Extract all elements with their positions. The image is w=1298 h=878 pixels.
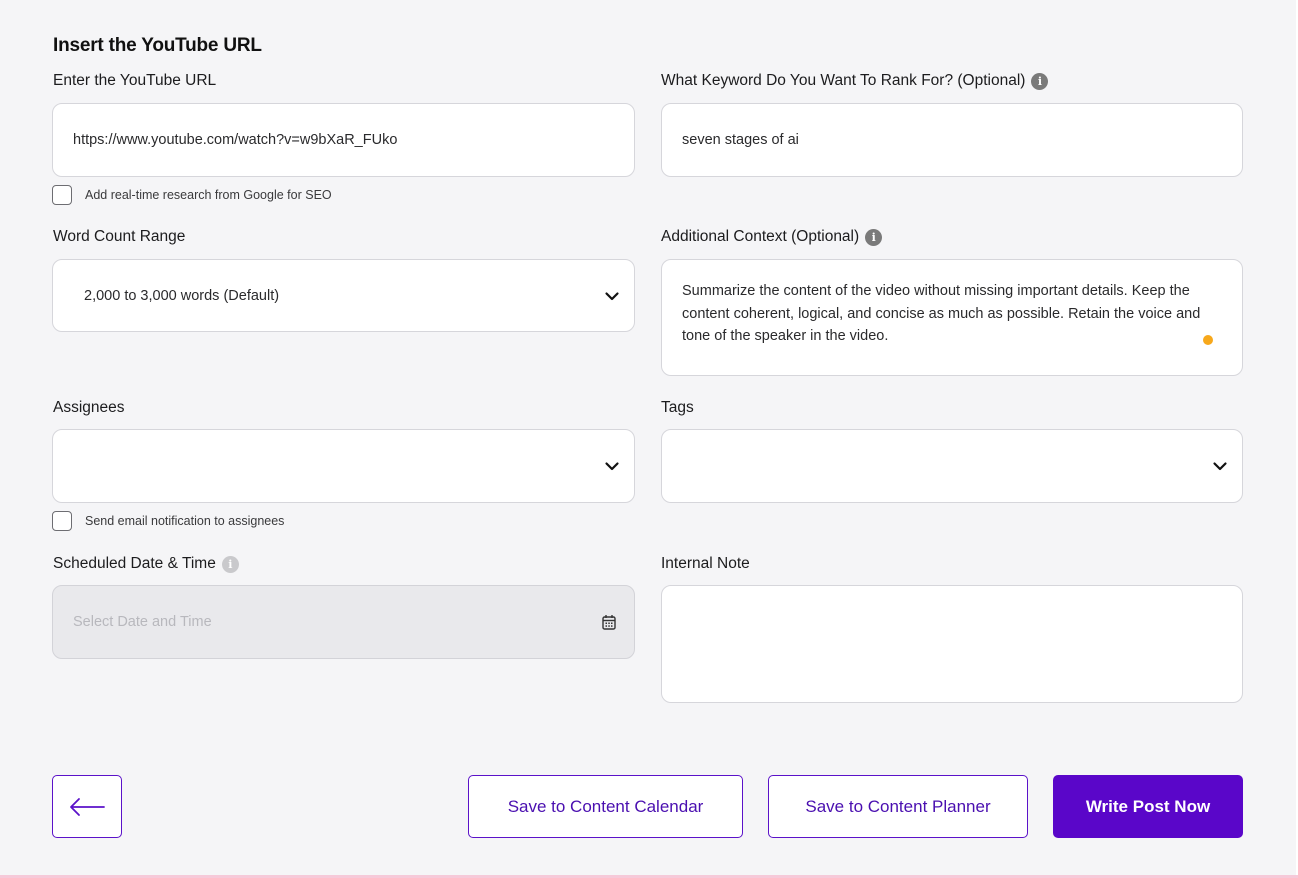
scheduled-date-placeholder: Select Date and Time — [73, 614, 212, 630]
internal-note-textarea[interactable] — [661, 585, 1243, 703]
word-count-label-text: Word Count Range — [53, 228, 186, 245]
additional-context-label-text: Additional Context (Optional) — [661, 228, 860, 245]
create-post-form: Insert the YouTube URL Enter the YouTube… — [0, 0, 1298, 878]
keyword-value: seven stages of ai — [682, 132, 799, 148]
section-title: Insert the YouTube URL — [53, 35, 262, 56]
back-button[interactable] — [52, 775, 122, 838]
scheduled-label: Scheduled Date & Time i — [53, 555, 239, 573]
scheduled-label-text: Scheduled Date & Time — [53, 555, 216, 572]
arrow-left-icon — [70, 797, 105, 816]
tags-select[interactable] — [661, 429, 1243, 503]
chevron-down-icon — [604, 458, 620, 474]
email-notification-checkbox[interactable] — [52, 511, 72, 531]
scheduled-date-input[interactable]: Select Date and Time — [52, 585, 635, 659]
google-research-label: Add real-time research from Google for S… — [85, 188, 332, 202]
info-icon[interactable]: i — [865, 228, 883, 246]
save-to-calendar-button[interactable]: Save to Content Calendar — [468, 775, 743, 838]
save-to-planner-button[interactable]: Save to Content Planner — [768, 775, 1028, 838]
tags-label: Tags — [661, 399, 694, 417]
youtube-url-input[interactable]: https://www.youtube.com/watch?v=w9bXaR_F… — [52, 103, 635, 177]
email-notification-option[interactable]: Send email notification to assignees — [52, 511, 284, 531]
google-research-option[interactable]: Add real-time research from Google for S… — [52, 185, 332, 205]
chevron-down-icon — [604, 288, 620, 304]
internal-note-label-text: Internal Note — [661, 555, 750, 572]
assignees-label: Assignees — [53, 399, 125, 417]
additional-context-label: Additional Context (Optional) i — [661, 228, 883, 246]
chevron-down-icon — [1212, 458, 1228, 474]
info-icon[interactable]: i — [1031, 72, 1049, 90]
word-count-value: 2,000 to 3,000 words (Default) — [84, 287, 280, 304]
calendar-icon[interactable] — [602, 614, 616, 630]
assignees-select[interactable] — [52, 429, 635, 503]
additional-context-textarea[interactable]: Summarize the content of the video witho… — [661, 259, 1243, 376]
write-post-now-button[interactable]: Write Post Now — [1053, 775, 1243, 838]
keyword-label-text: What Keyword Do You Want To Rank For? (O… — [661, 72, 1026, 89]
google-research-checkbox[interactable] — [52, 185, 72, 205]
tags-label-text: Tags — [661, 399, 694, 416]
youtube-url-value: https://www.youtube.com/watch?v=w9bXaR_F… — [73, 132, 398, 148]
internal-note-label: Internal Note — [661, 555, 750, 573]
info-icon[interactable]: i — [221, 555, 239, 573]
youtube-url-label: Enter the YouTube URL — [53, 72, 216, 90]
keyword-label: What Keyword Do You Want To Rank For? (O… — [661, 72, 1049, 90]
word-count-select[interactable]: 2,000 to 3,000 words (Default) — [52, 259, 635, 332]
keyword-input[interactable]: seven stages of ai — [661, 103, 1243, 177]
assignees-label-text: Assignees — [53, 399, 125, 416]
word-count-label: Word Count Range — [53, 228, 185, 246]
additional-context-value: Summarize the content of the video witho… — [682, 283, 1201, 344]
email-notification-label: Send email notification to assignees — [85, 514, 285, 528]
youtube-url-label-text: Enter the YouTube URL — [53, 72, 217, 89]
status-dot-icon — [1203, 335, 1213, 345]
